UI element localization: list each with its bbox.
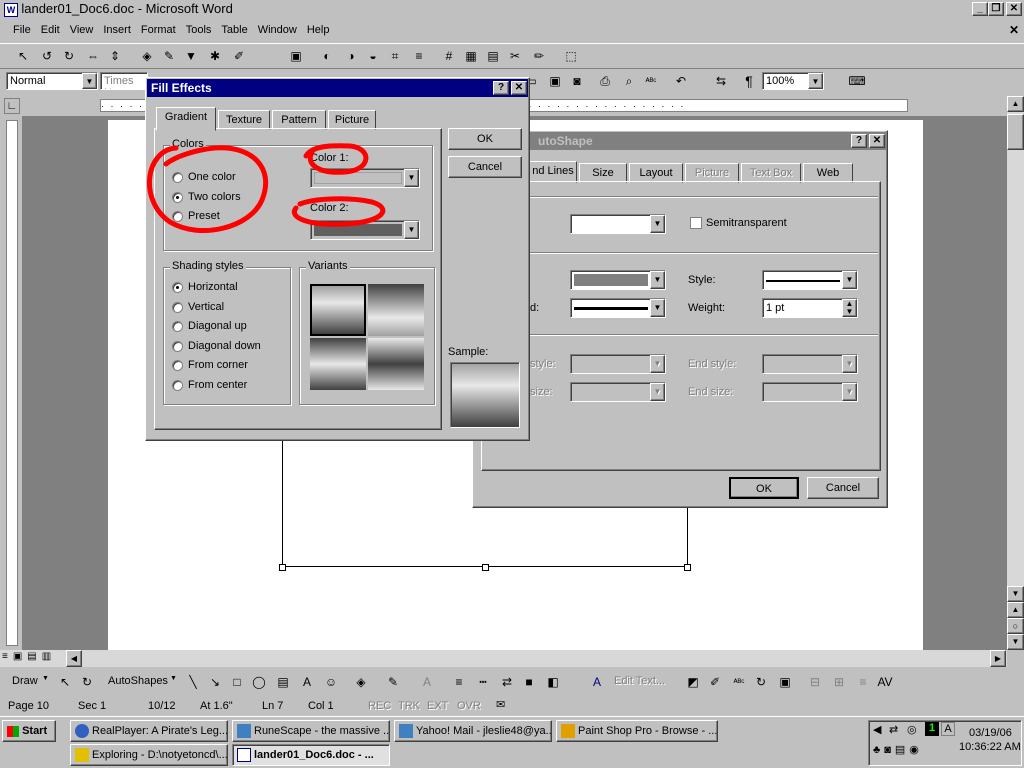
annotation-circle-color2: [291, 196, 386, 227]
annotation-circle-color-options: [146, 145, 269, 233]
red-annotation-overlay: [146, 143, 386, 233]
tab-label: Gradient: [164, 111, 208, 123]
annotation-circle-color1: [303, 143, 369, 175]
tab-gradient[interactable]: Gradient: [156, 107, 216, 131]
